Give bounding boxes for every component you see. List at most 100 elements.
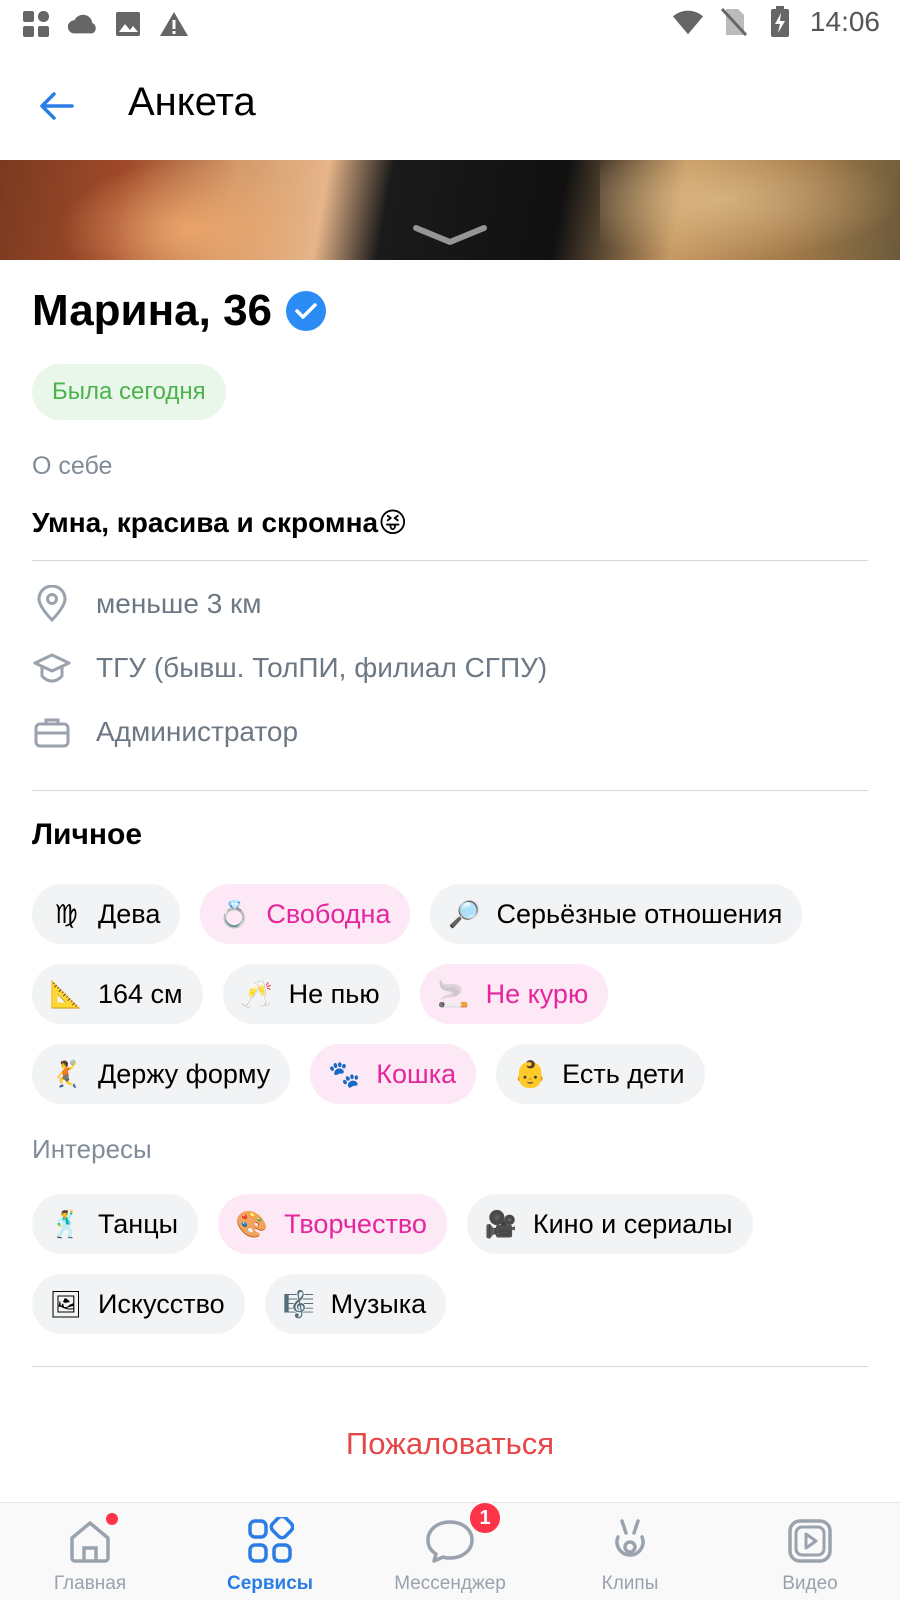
info-education-row: ТГУ (бывш. ТолПИ, филиал СГПУ) [32, 646, 547, 690]
chip-label: Серьёзные отношения [496, 898, 783, 929]
chip[interactable]: 🖼 Искусство [32, 1274, 245, 1334]
chip-label: Танцы [98, 1208, 179, 1239]
chip-emoji-icon: 🥂 [240, 978, 273, 1009]
chip-label: Есть дети [562, 1058, 685, 1089]
divider [32, 1366, 868, 1367]
chip[interactable]: 🔎 Серьёзные отношения [430, 884, 803, 944]
chip-emoji-icon: 🐾 [328, 1058, 361, 1089]
chip-label: Искусство [98, 1288, 225, 1319]
report-button[interactable]: Пожаловаться [32, 1426, 868, 1462]
name-row: Марина, 36 [32, 286, 327, 336]
personal-chips: ♍ Дева 💍 Свободна 🔎 Серьёзные отношения 📐 164 с… [32, 884, 868, 1104]
wifi-icon [672, 6, 704, 38]
chip-label: Кино и сериалы [532, 1208, 733, 1239]
chip-emoji-icon: 🔎 [448, 898, 481, 929]
chip[interactable]: 🎨 Творчество [218, 1194, 447, 1254]
chip-label: Кошка [376, 1058, 457, 1089]
chip-label: Творчество [284, 1208, 427, 1239]
chip-label: Не курю [485, 978, 589, 1009]
tab-label: Видео [782, 1573, 838, 1594]
chip-label: Музыка [330, 1288, 427, 1319]
bottom-tab-bar: Главная Сервисы 1 Мессенджер Клипы Видео [0, 1501, 900, 1600]
about-text-value: Умна, красива и скромна [32, 506, 379, 538]
chip-label: Держу форму [98, 1058, 271, 1089]
back-button[interactable] [28, 78, 84, 134]
chip-emoji-icon: 🖼 [49, 1288, 83, 1319]
clock: 14:06 [809, 6, 880, 37]
winking-tongue-emoji-icon: 😝 [378, 507, 408, 538]
messenger-icon: 1 [424, 1501, 502, 1567]
chip-emoji-icon: ♍ [54, 898, 78, 929]
chip-emoji-icon: 💍 [218, 898, 251, 929]
tab-clips[interactable]: Клипы [540, 1503, 720, 1600]
arrow-left-icon [40, 92, 74, 120]
chip-emoji-icon: 🕺 [49, 1208, 83, 1239]
online-status-badge: Была сегодня [32, 364, 226, 420]
notification-dot [106, 1513, 118, 1525]
chip[interactable]: 📐 164 см [32, 964, 203, 1024]
chip-emoji-icon: 🎥 [484, 1208, 518, 1239]
chip-emoji-icon: 🎨 [235, 1208, 269, 1239]
personal-section-title: Личное [32, 818, 143, 851]
chip-emoji-icon: 👶 [513, 1058, 547, 1089]
location-pin-icon [32, 584, 72, 624]
apps-grid-icon [20, 8, 52, 40]
chip[interactable]: 🤾 Держу форму [32, 1044, 291, 1104]
chip-emoji-icon: 📐 [49, 978, 83, 1009]
about-label: О себе [32, 452, 113, 480]
no-sim-icon [718, 6, 750, 38]
education-text: ТГУ (бывш. ТолПИ, филиал СГПУ) [96, 652, 548, 683]
info-distance-row: меньше 3 км [32, 582, 262, 626]
cloud-icon [66, 8, 98, 40]
profile-photo[interactable] [0, 160, 900, 260]
chip-label: Не пью [288, 978, 380, 1009]
interests-chips: 🕺 Танцы 🎨 Творчество 🎥 Кино и сериалы 🖼 Искусст… [32, 1194, 868, 1334]
chip[interactable]: 👶 Есть дети [496, 1044, 705, 1104]
chip[interactable]: 🎼 Музыка [264, 1274, 447, 1334]
briefcase-icon [32, 712, 72, 752]
status-bar: 14:06 [0, 0, 900, 50]
tab-video[interactable]: Видео [720, 1503, 900, 1600]
chip[interactable]: 🥂 Не пью [222, 964, 400, 1024]
chip[interactable]: 🚬 Не курю [419, 964, 609, 1024]
tab-label: Клипы [601, 1573, 659, 1594]
verified-icon [286, 291, 327, 331]
unread-badge: 1 [468, 1501, 502, 1535]
image-icon [112, 8, 144, 40]
video-icon [784, 1515, 836, 1567]
chevron-down-icon[interactable] [412, 222, 488, 248]
chip[interactable]: 🐾 Кошка [310, 1044, 477, 1104]
chip-emoji-icon: 🚬 [437, 978, 470, 1009]
clips-icon [604, 1515, 656, 1567]
divider [32, 560, 868, 561]
page-title: Анкета [128, 80, 256, 124]
warning-icon [158, 8, 190, 40]
chip[interactable]: ♍ Дева [32, 884, 181, 944]
chip-label: Свободна [266, 898, 391, 929]
tab-label: Главная [53, 1573, 127, 1594]
interests-title: Интересы [32, 1134, 152, 1164]
chip[interactable]: 🎥 Кино и сериалы [466, 1194, 753, 1254]
chip[interactable]: 💍 Свободна [200, 884, 411, 944]
chip-emoji-icon: 🎼 [282, 1288, 315, 1319]
chip-label: 164 см [98, 978, 183, 1009]
tab-services[interactable]: Сервисы [180, 1503, 360, 1600]
divider [32, 790, 868, 791]
chip[interactable]: 🕺 Танцы [32, 1194, 199, 1254]
tab-label: Сервисы [226, 1573, 314, 1594]
job-text: Администратор [96, 716, 299, 747]
about-text: Умна, красива и скромна 😝 [32, 506, 407, 539]
info-job-row: Администратор [32, 710, 298, 754]
graduation-cap-icon [32, 648, 72, 688]
home-icon [64, 1513, 118, 1567]
tab-label: Мессенджер [394, 1573, 506, 1594]
profile-name: Марина, 36 [32, 286, 273, 335]
distance-text: меньше 3 км [96, 588, 262, 619]
battery-charging-icon [764, 6, 796, 38]
tab-home[interactable]: Главная [0, 1503, 180, 1600]
chip-emoji-icon: 🤾 [49, 1058, 83, 1089]
chip-label: Дева [98, 898, 161, 929]
app-header: Анкета [0, 50, 900, 160]
services-icon [244, 1515, 296, 1567]
tab-messenger[interactable]: 1 Мессенджер [360, 1501, 540, 1600]
